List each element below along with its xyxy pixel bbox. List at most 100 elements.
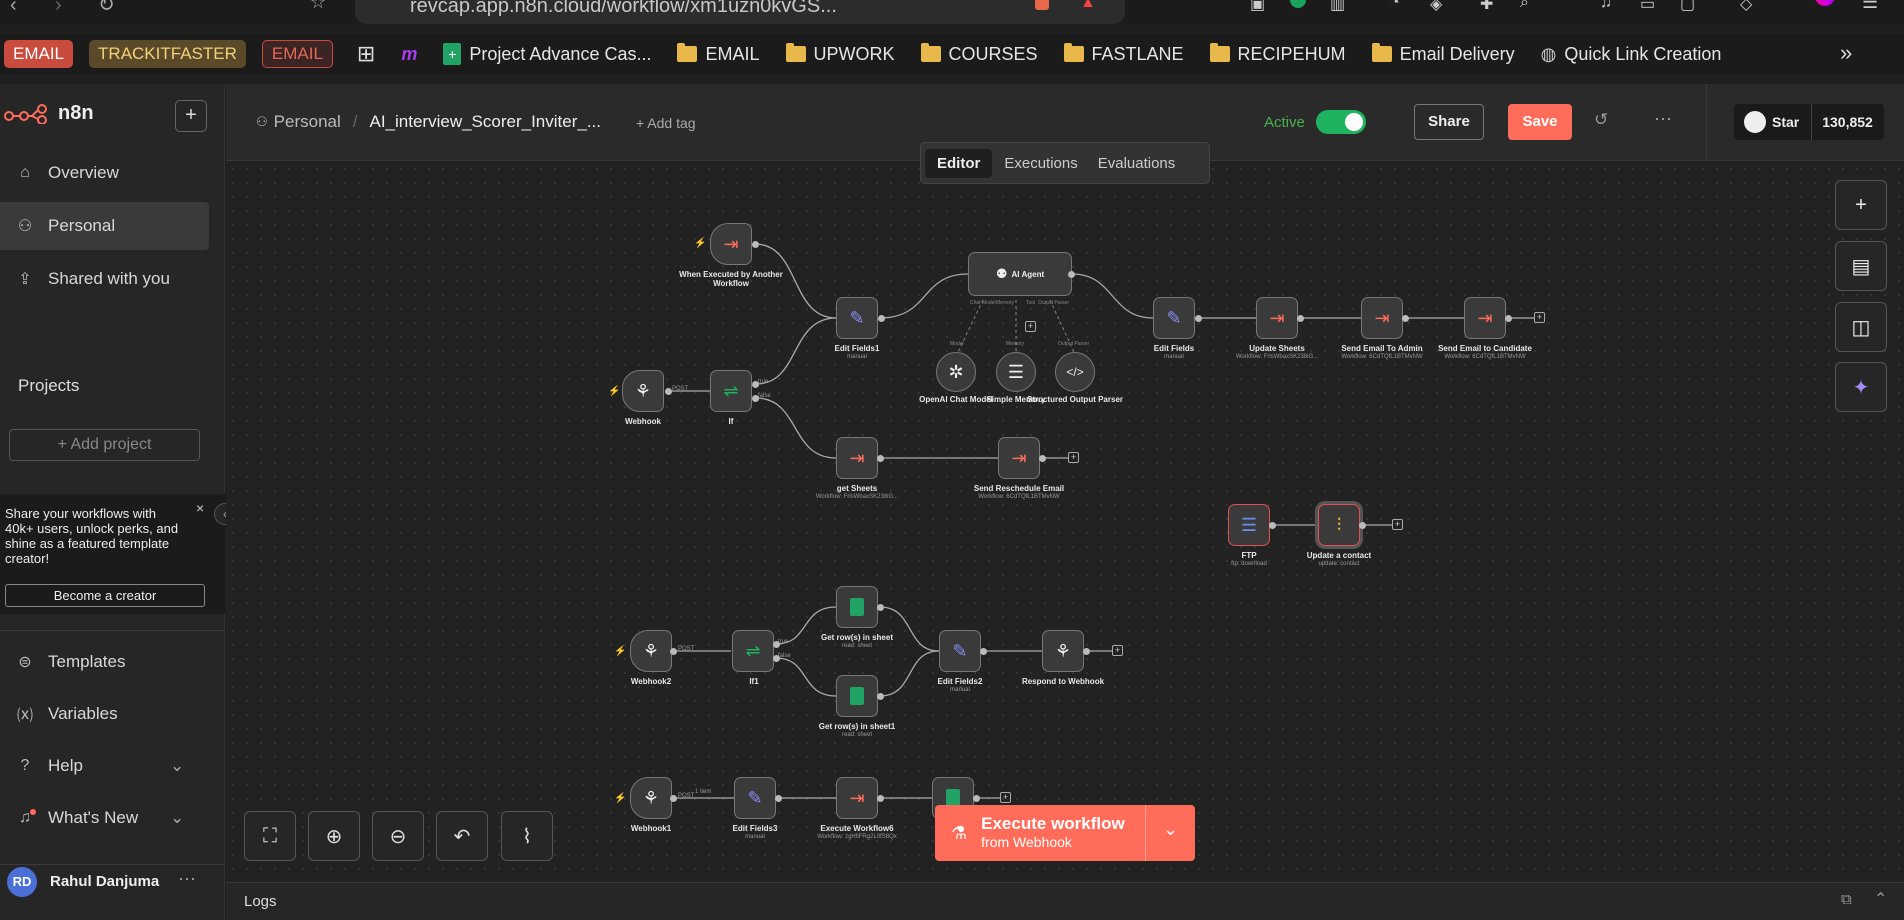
node-subtitle: Workflow: zgHfiFRg2L0fS8Qx [817, 834, 897, 840]
node-edit-fields1[interactable]: ✎ [836, 297, 878, 339]
node-send-reschedule-email[interactable]: ⇥ [998, 437, 1040, 479]
node-subtitle: Workflow: 6CdTQfL1BTMvNW [1444, 354, 1526, 360]
tab-executions[interactable]: Executions [996, 149, 1085, 178]
node-webhook[interactable]: ⚘ [622, 370, 664, 412]
exit-icon: ⇥ [723, 233, 739, 254]
nodes-layer: ⚡ ⇥ When Executed by Another Workflow ⚡ … [0, 0, 1904, 920]
sparkle-icon: ✦ [1852, 376, 1870, 399]
node-label: get Sheets [836, 484, 878, 493]
pencil-icon: ✎ [849, 307, 865, 328]
node-when-executed[interactable]: ⇥ [710, 223, 752, 265]
node-label: Edit Fields [1153, 344, 1195, 353]
node-get-sheets[interactable]: ⇥ [836, 437, 878, 479]
node-structured-output-parser[interactable]: </> [1055, 352, 1095, 392]
fit-view-icon: ⛶ [263, 824, 277, 847]
add-node-button[interactable]: + [1534, 312, 1545, 323]
node-subtitle: manual [1164, 354, 1184, 360]
add-node-panel-button[interactable]: + [1835, 180, 1887, 230]
webhook-icon: ⚘ [642, 787, 660, 808]
execute-icon: ⇥ [849, 787, 865, 808]
contact-icon: ⫶ [1336, 514, 1342, 535]
node-webhook1[interactable]: ⚘ [630, 777, 672, 819]
node-update-sheets[interactable]: ⇥ [1256, 297, 1298, 339]
node-label: Update Sheets [1249, 344, 1305, 353]
node-ai-agent[interactable]: ⚉ AI Agent [968, 252, 1072, 296]
node-openai-chat-model[interactable]: ✲ [936, 352, 976, 392]
node-subtitle: Workflow: FrlsWbaxSK238iG... [815, 494, 899, 500]
chevron-down-icon[interactable]: ⌄ [1163, 819, 1178, 840]
execute-workflow-button[interactable]: ⚗ Execute workflow from Webhook ⌄ [935, 805, 1195, 861]
tab-evaluations[interactable]: Evaluations [1090, 149, 1184, 178]
add-node-button[interactable]: + [1000, 792, 1011, 803]
zoom-in-icon: ⊕ [325, 825, 343, 848]
pencil-icon: ✎ [1166, 307, 1182, 328]
node-execute-workflow6[interactable]: ⇥ [836, 777, 878, 819]
if-icon: ⇌ [723, 380, 739, 401]
view-tabs: Editor Executions Evaluations [920, 142, 1210, 184]
node-label: Webhook1 [630, 824, 672, 833]
node-subtitle: Workflow: FrlsWbaxSK238iG... [1235, 354, 1319, 360]
execute-icon: ⇥ [1011, 447, 1027, 468]
node-get-rows-sheet1[interactable] [836, 675, 878, 717]
toggle-panel-button[interactable]: ◫ [1835, 302, 1887, 352]
undo-icon: ↶ [453, 825, 471, 848]
node-label: Webhook2 [630, 677, 672, 686]
node-simple-memory[interactable]: ☰ [996, 352, 1036, 392]
node-send-email-admin[interactable]: ⇥ [1361, 297, 1403, 339]
broom-icon: ⌇ [522, 825, 532, 848]
node-label: Edit Fields1 [834, 344, 880, 353]
webhook-icon: ⚘ [634, 380, 652, 401]
code-icon: </> [1066, 365, 1084, 379]
execute-workflow-label: Execute workflow [981, 814, 1125, 833]
add-node-button[interactable]: + [1392, 519, 1403, 530]
tidy-up-button[interactable]: ⌇ [501, 811, 553, 861]
database-icon: ☰ [1007, 361, 1025, 382]
node-label: Structured Output Parser [1026, 395, 1123, 404]
zoom-in-button[interactable]: ⊕ [308, 811, 360, 861]
sticky-note-button[interactable]: ▤ [1835, 241, 1887, 291]
add-node-button[interactable]: + [1112, 645, 1123, 656]
node-update-contact[interactable]: ⫶ [1318, 504, 1360, 546]
sticky-note-icon: ▤ [1851, 255, 1871, 278]
node-edit-fields3[interactable]: ✎ [734, 777, 776, 819]
add-node-button[interactable]: + [1068, 452, 1079, 463]
node-subtitle: manual [847, 354, 867, 360]
node-ftp[interactable]: ☰ [1228, 504, 1270, 546]
execute-icon: ⇥ [1477, 307, 1493, 328]
node-subtitle: Workflow: 6CdTQfL1BTMvNW [1341, 354, 1423, 360]
panel-icon: ◫ [1851, 316, 1871, 339]
node-respond-webhook[interactable]: ⚘ [1042, 630, 1084, 672]
node-subtitle: update: contact [1318, 561, 1360, 567]
node-label: AI Agent [1011, 269, 1045, 279]
execute-icon: ⇥ [1269, 307, 1285, 328]
webhook-icon: ⚘ [1054, 640, 1072, 661]
node-edit-fields[interactable]: ✎ [1153, 297, 1195, 339]
ai-assistant-button[interactable]: ✦ [1835, 362, 1887, 412]
node-label: Update a contact [1306, 551, 1372, 560]
trigger-bolt-icon: ⚡ [614, 646, 627, 657]
plus-icon: + [1855, 193, 1867, 216]
node-webhook2[interactable]: ⚘ [630, 630, 672, 672]
ftp-icon: ☰ [1240, 514, 1258, 535]
node-get-rows-sheet[interactable] [836, 586, 878, 628]
node-if1[interactable]: ⇌ [732, 630, 774, 672]
zoom-out-button[interactable]: ⊖ [372, 811, 424, 861]
tab-editor[interactable]: Editor [925, 148, 993, 178]
execute-icon: ⇥ [1374, 307, 1390, 328]
node-if[interactable]: ⇌ [710, 370, 752, 412]
add-tool-button[interactable]: + [1025, 321, 1036, 332]
if-icon: ⇌ [745, 640, 761, 661]
fit-view-button[interactable]: ⛶ [244, 811, 296, 861]
node-edit-fields2[interactable]: ✎ [939, 630, 981, 672]
node-label: If [728, 417, 734, 426]
trigger-bolt-icon: ⚡ [614, 793, 627, 804]
pencil-icon: ✎ [952, 640, 968, 661]
execute-workflow-sublabel: from Webhook [981, 834, 1072, 850]
sheets-icon [850, 598, 864, 616]
node-subtitle: Workflow: 6CdTQfL1BTMvNW [978, 494, 1060, 500]
node-subtitle: read: sheet [841, 643, 873, 649]
undo-button[interactable]: ↶ [436, 811, 488, 861]
node-label: Get row(s) in sheet [820, 633, 893, 642]
trigger-bolt-icon: ⚡ [608, 386, 621, 397]
node-send-email-candidate[interactable]: ⇥ [1464, 297, 1506, 339]
